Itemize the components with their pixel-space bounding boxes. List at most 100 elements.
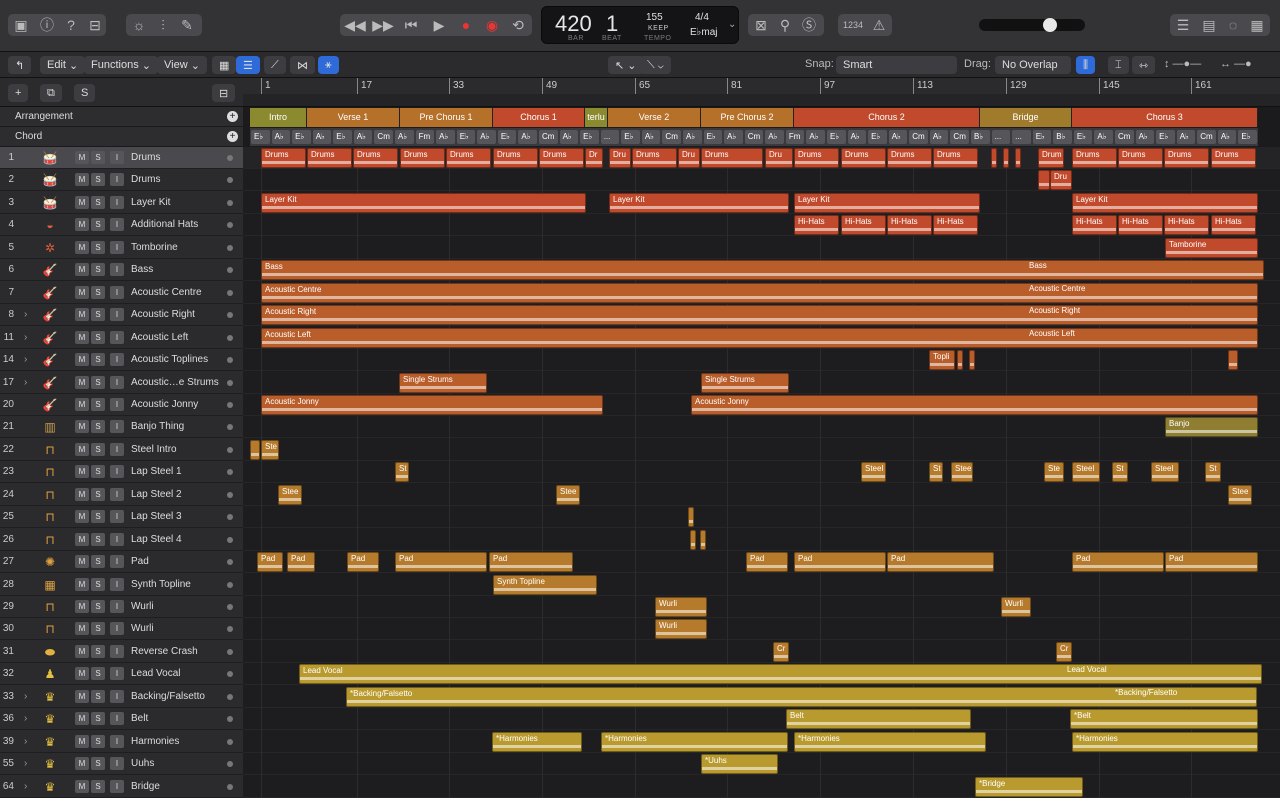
- region[interactable]: Hi-Hats: [1164, 215, 1209, 236]
- mute-button[interactable]: M: [75, 757, 89, 771]
- chord-cell[interactable]: A♭: [353, 130, 373, 144]
- cycle-icon[interactable]: ⟲: [507, 14, 529, 36]
- track-header[interactable]: 39 › ♛ M S I Harmonies: [0, 731, 243, 753]
- region[interactable]: [1038, 170, 1050, 191]
- choir-icon[interactable]: ♛: [41, 756, 59, 772]
- region[interactable]: Layer Kit: [1072, 192, 1258, 213]
- track-header[interactable]: 32 ♟ M S I Lead Vocal: [0, 663, 243, 686]
- track-lane[interactable]: [243, 484, 1280, 506]
- tuner-icon[interactable]: ⚲: [774, 14, 796, 36]
- solo-button[interactable]: S: [91, 510, 105, 524]
- region[interactable]: Synth Topline: [493, 574, 597, 595]
- chord-cell[interactable]: E♭: [497, 130, 517, 144]
- chord-cell[interactable]: A♭: [271, 130, 291, 144]
- pedal-steel-icon[interactable]: ⊓: [41, 464, 59, 480]
- chord-cell[interactable]: Cm: [539, 130, 558, 144]
- chord-cell[interactable]: E♭: [333, 130, 352, 144]
- solo-button[interactable]: S: [91, 308, 105, 322]
- region[interactable]: Drum: [1038, 148, 1064, 168]
- chord-cell[interactable]: B♭: [1053, 130, 1072, 144]
- region[interactable]: [1015, 148, 1021, 168]
- pedal-steel-icon[interactable]: ⊓: [41, 509, 59, 525]
- region[interactable]: [957, 350, 963, 371]
- track-lane[interactable]: [243, 776, 1280, 798]
- region[interactable]: *Uuhs: [701, 754, 778, 775]
- input-monitor-button[interactable]: I: [110, 622, 124, 636]
- track-header[interactable]: 17 › 🎸 M S I Acoustic…e Strums: [0, 372, 243, 394]
- mute-button[interactable]: M: [75, 218, 89, 232]
- chord-cell[interactable]: A♭: [641, 130, 661, 144]
- mute-button[interactable]: M: [75, 442, 89, 456]
- mute-button[interactable]: M: [75, 151, 89, 164]
- track-header[interactable]: 6 🎸 M S I Bass: [0, 259, 243, 282]
- region[interactable]: Steel: [1072, 462, 1100, 483]
- region[interactable]: Hi-Hats: [841, 215, 886, 236]
- drum-kit-icon[interactable]: 🥁: [41, 150, 59, 166]
- chord-cell[interactable]: E♭: [251, 130, 270, 144]
- region[interactable]: Steel: [861, 462, 886, 483]
- region[interactable]: Drums: [701, 148, 763, 168]
- chord-cell[interactable]: E♭: [1156, 130, 1175, 144]
- arrangement-marker[interactable]: Chorus 3: [1072, 108, 1258, 127]
- chord-cell[interactable]: E♭: [456, 130, 476, 144]
- chord-cell[interactable]: A♭: [765, 130, 784, 144]
- track-header[interactable]: 24 ⊓ M S I Lap Steel 2: [0, 484, 243, 506]
- chord-cell[interactable]: ...: [600, 130, 620, 144]
- play-icon[interactable]: ▶: [428, 14, 450, 36]
- smart-controls-icon[interactable]: ☼: [128, 14, 150, 36]
- mute-button[interactable]: M: [75, 510, 89, 524]
- track-lane[interactable]: [243, 416, 1280, 439]
- choir-icon[interactable]: ♛: [41, 689, 59, 705]
- banjo-icon[interactable]: ▥: [41, 419, 59, 435]
- track-header[interactable]: 23 ⊓ M S I Lap Steel 1: [0, 461, 243, 484]
- input-monitor-button[interactable]: I: [110, 487, 124, 501]
- inspector-icon[interactable]: ⓘ: [36, 14, 58, 36]
- chord-cell[interactable]: Cm: [909, 130, 928, 144]
- track-lane[interactable]: [243, 506, 1280, 529]
- track-header[interactable]: 30 ⊓ M S I Wurli: [0, 618, 243, 641]
- disclosure-chevron-icon[interactable]: ›: [24, 736, 27, 747]
- track-lane[interactable]: [243, 349, 1280, 372]
- arrangement-marker[interactable]: Intro: [250, 108, 307, 127]
- help-icon[interactable]: ?: [60, 14, 82, 36]
- track-lane[interactable]: [243, 618, 1280, 641]
- snap-select[interactable]: Smart: [836, 56, 957, 74]
- functions-menu[interactable]: Functions ⌄: [84, 56, 158, 74]
- region[interactable]: Stee: [556, 484, 580, 505]
- region[interactable]: St: [929, 462, 943, 483]
- notepad-icon[interactable]: ▤: [1198, 14, 1220, 36]
- region[interactable]: Hi-Hats: [1072, 215, 1117, 236]
- track-header[interactable]: 20 🎸 M S I Acoustic Jonny: [0, 394, 243, 416]
- duplicate-track-icon[interactable]: ⧉: [40, 84, 62, 102]
- track-header[interactable]: 8 › 🎸 M S I Acoustic Right: [0, 304, 243, 327]
- guitar-icon[interactable]: 🎸: [41, 330, 59, 346]
- chord-cell[interactable]: A♭: [929, 130, 949, 144]
- solo-mode-icon[interactable]: Ⓢ: [798, 14, 820, 36]
- track-header[interactable]: 2 🥁 M S I Drums: [0, 169, 243, 192]
- region[interactable]: Single Strums: [399, 372, 487, 393]
- region[interactable]: Acoustic Left: [261, 327, 1258, 348]
- region[interactable]: Acoustic Jonny: [691, 394, 1258, 415]
- region[interactable]: [690, 529, 696, 550]
- solo-button[interactable]: S: [91, 555, 105, 569]
- chord-cell[interactable]: Cm: [1115, 130, 1134, 144]
- solo-button[interactable]: S: [91, 689, 105, 703]
- mute-button[interactable]: M: [75, 397, 89, 411]
- solo-button[interactable]: S: [91, 375, 105, 389]
- chord-cell[interactable]: A♭: [1094, 130, 1113, 144]
- input-monitor-button[interactable]: I: [110, 667, 124, 681]
- mute-button[interactable]: M: [75, 622, 89, 636]
- chord-cell[interactable]: Fm: [785, 130, 805, 144]
- chord-cell[interactable]: A♭: [888, 130, 908, 144]
- disclosure-chevron-icon[interactable]: ›: [24, 781, 27, 792]
- drag-select[interactable]: No Overlap: [995, 56, 1071, 74]
- solo-button[interactable]: S: [91, 712, 105, 726]
- loop-browser-icon[interactable]: ◌: [1222, 14, 1244, 36]
- solo-button[interactable]: S: [91, 734, 105, 748]
- list-editors-icon[interactable]: ☰: [1172, 14, 1194, 36]
- mixer-icon[interactable]: ⫶: [152, 14, 174, 36]
- track-lane[interactable]: [243, 641, 1280, 663]
- region[interactable]: Pad: [1165, 552, 1258, 573]
- cymbal-icon[interactable]: ⬬: [41, 644, 59, 660]
- input-monitor-button[interactable]: I: [110, 532, 124, 546]
